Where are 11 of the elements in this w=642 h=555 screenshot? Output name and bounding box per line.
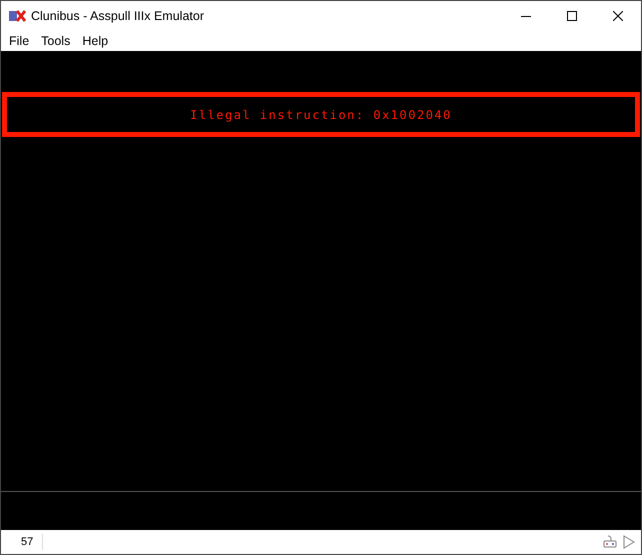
window-title: Clunibus - Asspull IIIx Emulator <box>31 8 204 25</box>
play-icon[interactable] <box>623 535 635 549</box>
close-icon[interactable] <box>613 11 623 21</box>
menu-item[interactable]: Tools <box>35 32 76 50</box>
menu-item[interactable]: Help <box>76 32 114 50</box>
gamepad-icon[interactable] <box>603 535 617 549</box>
app-logo-icon <box>9 10 26 22</box>
fps-counter: 57 <box>1 534 43 550</box>
menu-item[interactable]: File <box>3 32 36 50</box>
maximize-icon[interactable] <box>567 11 577 21</box>
error-message: Illegal instruction: 0x1002040 <box>190 106 452 124</box>
